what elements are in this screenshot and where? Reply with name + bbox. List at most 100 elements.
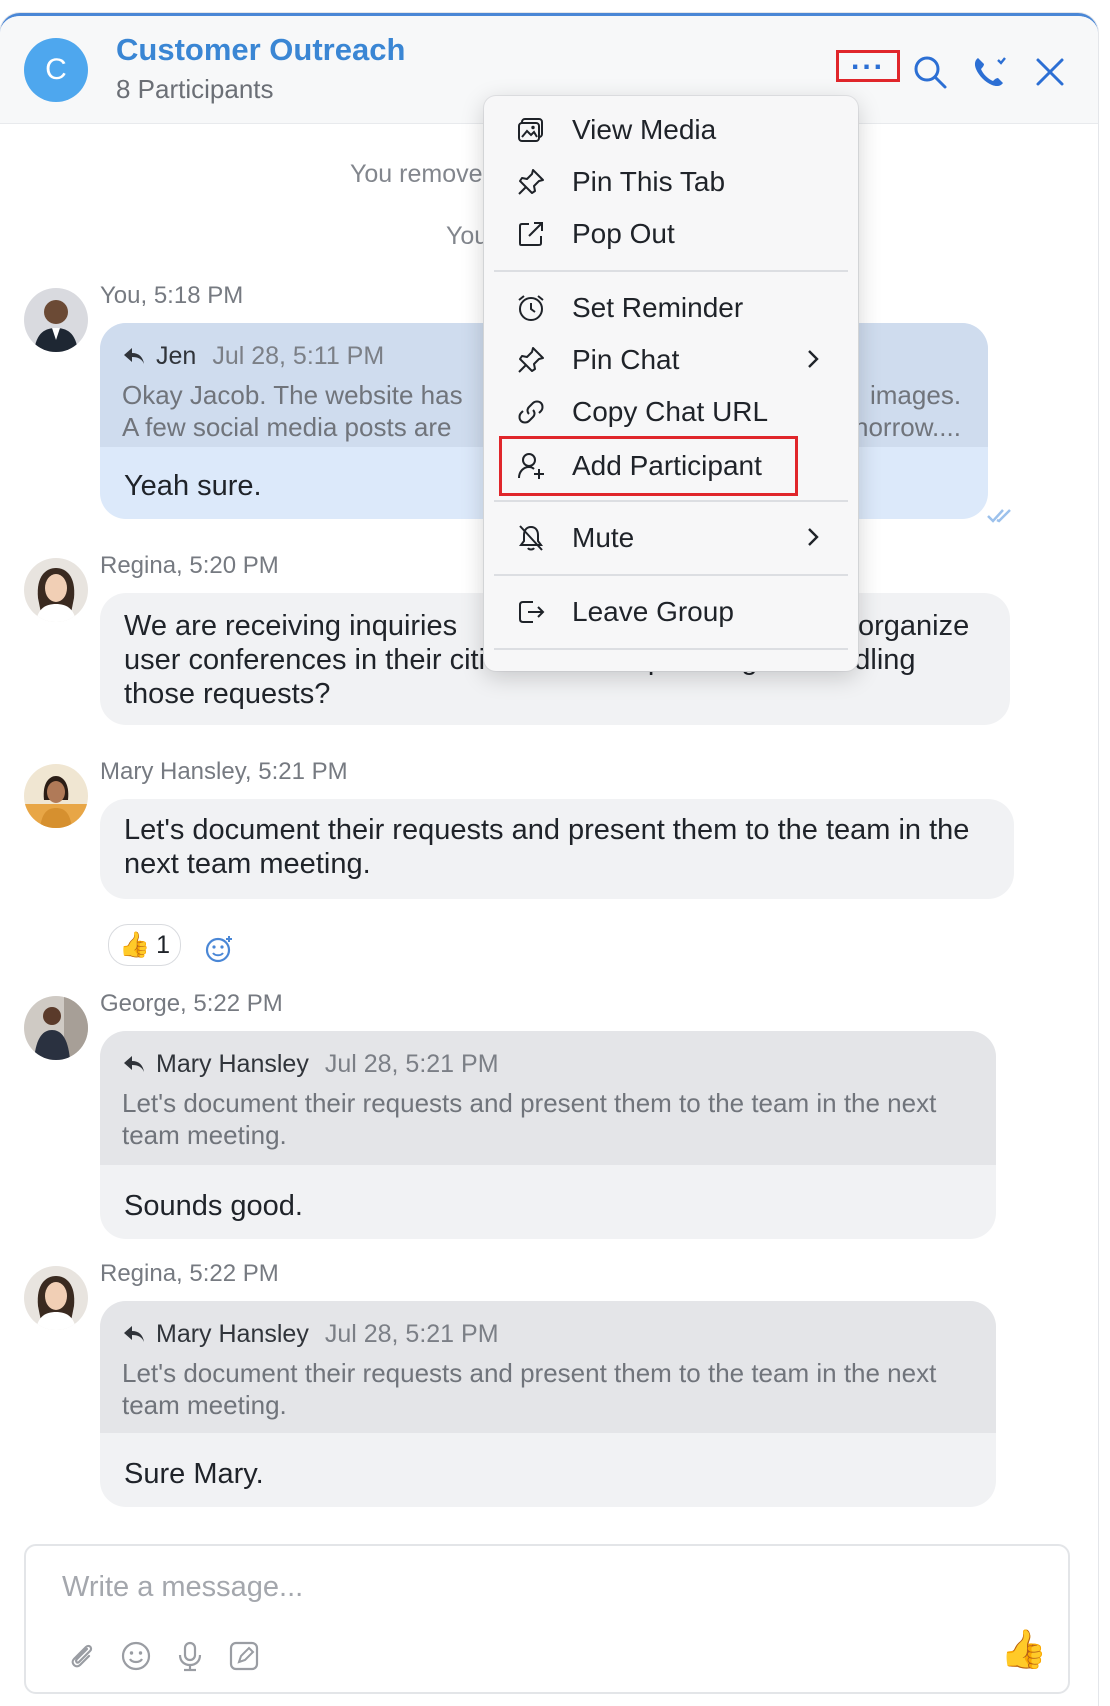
more-dots-icon: ... [850, 43, 885, 76]
menu-item-label: Set Reminder [572, 292, 744, 323]
format-button[interactable] [226, 1638, 262, 1674]
quote-text: A few social media posts are [122, 412, 452, 442]
quote-text: Okay Jacob. The website has [122, 380, 463, 410]
message-meta: You, 5:18 PM [100, 282, 244, 309]
menu-item-mute[interactable]: Mute [484, 514, 858, 562]
pin-icon [518, 347, 544, 373]
menu-divider [494, 500, 848, 502]
reply-icon [124, 348, 144, 364]
leave-icon [519, 601, 545, 623]
menu-item-pin-chat[interactable]: Pin Chat [484, 336, 858, 384]
chat-window: C Customer Outreach 8 Participants ... Y… [0, 13, 1098, 1706]
quote-text: images. [870, 380, 962, 410]
message-bubble[interactable]: Let's document their requests and presen… [100, 799, 1014, 899]
menu-divider [494, 574, 848, 576]
alarm-icon [518, 295, 544, 321]
close-icon [1036, 58, 1064, 86]
quote-date: Jul 28, 5:21 PM [324, 1320, 499, 1348]
quote-text: Let's document their requests and presen… [122, 1358, 937, 1420]
user-avatar-george [24, 996, 88, 1060]
media-icon [518, 118, 543, 142]
quoted-message[interactable]: Mary Hansley Jul 28, 5:21 PM Let's docum… [100, 1301, 996, 1433]
menu-divider [494, 270, 848, 272]
menu-item-label: Copy Chat URL [572, 396, 769, 427]
user-avatar-you [24, 288, 88, 352]
smiley-icon [121, 1641, 151, 1671]
message-text: those requests? [124, 678, 331, 710]
group-avatar[interactable]: C [24, 38, 88, 102]
user-avatar-mary [24, 764, 88, 828]
chevron-right-icon [808, 350, 819, 368]
close-button[interactable] [1024, 46, 1076, 98]
link-icon [518, 400, 544, 424]
avatar[interactable] [24, 558, 88, 622]
quote-author: Jen [156, 342, 197, 370]
message-input[interactable] [60, 1564, 964, 1610]
avatar[interactable] [24, 288, 88, 352]
avatar[interactable] [24, 996, 88, 1060]
microphone-icon [178, 1641, 202, 1672]
user-avatar-regina [24, 558, 88, 622]
quoted-message[interactable]: Mary Hansley Jul 28, 5:21 PM Let's docum… [100, 1031, 996, 1165]
reply-icon [124, 1326, 144, 1342]
search-button[interactable] [904, 46, 956, 98]
chevron-right-icon [808, 528, 819, 546]
participant-count[interactable]: 8 Participants [116, 74, 274, 105]
paperclip-icon [71, 1644, 93, 1668]
quote-date: Jul 28, 5:21 PM [324, 1050, 499, 1078]
quote-date: Jul 28, 5:11 PM [212, 342, 385, 370]
avatar[interactable] [24, 764, 88, 828]
system-message: You [446, 222, 489, 250]
search-icon [914, 56, 947, 89]
chat-title[interactable]: Customer Outreach [116, 32, 405, 68]
menu-item-label: Pin Chat [572, 344, 680, 375]
add-reaction-icon [205, 936, 232, 963]
menu-item-label: Pop Out [572, 218, 675, 249]
menu-item-set-reminder[interactable]: Set Reminder [484, 284, 858, 332]
message-text: Sure Mary. [124, 1458, 264, 1490]
mute-icon [519, 525, 543, 551]
reaction-count: 1 [156, 930, 171, 959]
emoji-button[interactable] [118, 1638, 154, 1674]
send-thumbs-up-button[interactable]: 👍 [1000, 1628, 1047, 1672]
menu-item-copy-chat-url[interactable]: Copy Chat URL [484, 388, 858, 436]
quote-author: Mary Hansley [156, 1050, 309, 1078]
user-avatar-regina [24, 1266, 88, 1330]
thumbs-up-emoji: 👍 [119, 930, 151, 959]
menu-item-pin-this-tab[interactable]: Pin This Tab [484, 158, 858, 206]
voice-button[interactable] [172, 1638, 208, 1674]
menu-item-label: Mute [572, 522, 635, 553]
message-meta: Mary Hansley, 5:21 PM [100, 758, 348, 785]
menu-item-label: Leave Group [572, 596, 734, 627]
quote-text: norrow.... [854, 412, 961, 442]
add-reaction-button[interactable] [204, 934, 234, 969]
menu-divider [494, 648, 848, 650]
highlight-box [499, 436, 798, 496]
message-meta: Regina, 5:22 PM [100, 1260, 279, 1287]
message-composer: 👍 [24, 1544, 1070, 1694]
popout-icon [519, 222, 543, 246]
pin-icon [518, 169, 544, 195]
message-meta: Regina, 5:20 PM [100, 552, 279, 579]
call-button[interactable] [964, 46, 1016, 98]
read-receipt-icon [987, 509, 1011, 523]
message-bubble[interactable]: Mary Hansley Jul 28, 5:21 PM Let's docum… [100, 1301, 996, 1507]
reaction-chip[interactable]: 👍 1 [108, 924, 182, 966]
menu-item-view-media[interactable]: View Media [484, 106, 858, 154]
more-options-menu: View Media Pin This Tab Pop Out Set Remi… [484, 96, 858, 671]
edit-format-icon [229, 1641, 259, 1671]
message-text: Sounds good. [124, 1190, 303, 1222]
menu-item-pop-out[interactable]: Pop Out [484, 210, 858, 258]
attach-button[interactable] [64, 1638, 100, 1674]
avatar[interactable] [24, 1266, 88, 1330]
message-bubble[interactable]: Mary Hansley Jul 28, 5:21 PM Let's docum… [100, 1031, 996, 1239]
menu-item-leave-group[interactable]: Leave Group [484, 588, 858, 636]
menu-item-label: Pin This Tab [572, 166, 726, 197]
message-text: Let's document their requests and presen… [124, 814, 970, 880]
phone-icon [974, 57, 1006, 87]
reply-icon [124, 1056, 144, 1072]
message-text: organize [858, 610, 970, 642]
message-text: We are receiving inquiries [124, 610, 458, 642]
quote-text: Let's document their requests and presen… [122, 1088, 937, 1150]
more-options-button[interactable]: ... [836, 43, 900, 82]
